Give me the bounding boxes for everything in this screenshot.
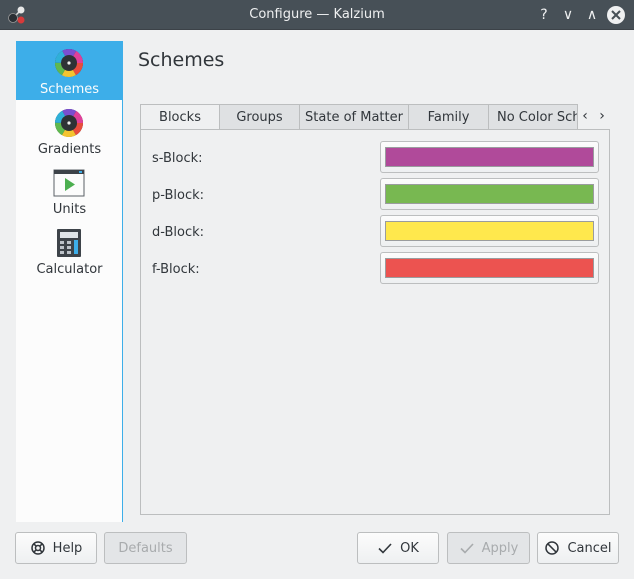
tab-groups[interactable]: Groups: [219, 104, 300, 130]
cancel-icon: [545, 541, 560, 555]
sidebar-item-label: Calculator: [36, 262, 103, 277]
help-button-label: Help: [52, 540, 83, 556]
checkmark-icon: [378, 543, 392, 554]
cancel-button-label: Cancel: [567, 540, 612, 556]
tab-state-of-matter[interactable]: State of Matter: [299, 104, 409, 130]
maximize-icon[interactable]: ∧: [582, 5, 602, 25]
title-bar[interactable]: Configure — Kalzium ? ∨ ∧: [0, 0, 634, 30]
sidebar: Schemes Gradients Units Calculator: [16, 41, 123, 522]
sidebar-item-label: Gradients: [37, 142, 102, 157]
d-block-color-button[interactable]: [380, 215, 599, 247]
blocks-panel: s-Block: p-Block: d-Block: f-Block:: [140, 129, 610, 515]
color-wheel-icon: [55, 109, 83, 137]
defaults-button-label: Defaults: [118, 540, 173, 556]
s-block-label: s-Block:: [152, 151, 203, 166]
color-swatch: [385, 258, 594, 278]
help-icon[interactable]: ?: [534, 5, 554, 25]
color-swatch: [385, 184, 594, 204]
p-block-label: p-Block:: [152, 188, 205, 203]
help-button[interactable]: Help: [15, 532, 97, 564]
sidebar-item-gradients[interactable]: Gradients: [16, 101, 123, 160]
defaults-button[interactable]: Defaults: [104, 532, 187, 564]
s-block-color-button[interactable]: [380, 141, 599, 173]
f-block-color-button[interactable]: [380, 252, 599, 284]
calculator-icon: [57, 229, 81, 257]
sidebar-item-label: Units: [52, 202, 87, 217]
sidebar-item-units[interactable]: Units: [16, 161, 123, 220]
sidebar-item-calculator[interactable]: Calculator: [16, 221, 123, 280]
apply-button-label: Apply: [481, 540, 519, 556]
sidebar-item-label: Schemes: [39, 82, 100, 97]
ok-button-label: OK: [400, 540, 419, 556]
page-title: Schemes: [138, 49, 225, 71]
close-icon[interactable]: [606, 5, 626, 25]
minimize-icon[interactable]: ∨: [558, 5, 578, 25]
checkmark-icon: [460, 543, 474, 554]
color-swatch: [385, 147, 594, 167]
f-block-label: f-Block:: [152, 262, 200, 277]
tab-bar: Blocks Groups State of Matter Family No …: [140, 104, 610, 131]
units-window-icon: [53, 169, 85, 197]
tab-no-color-scheme[interactable]: No Color Sche: [488, 104, 578, 130]
ok-button[interactable]: OK: [357, 532, 439, 564]
tab-family[interactable]: Family: [408, 104, 489, 130]
sidebar-item-schemes[interactable]: Schemes: [16, 41, 123, 100]
tab-blocks[interactable]: Blocks: [140, 104, 220, 131]
apply-button[interactable]: Apply: [447, 532, 530, 564]
tab-scroll-left-icon[interactable]: ‹: [578, 104, 592, 130]
color-wheel-icon: [55, 49, 83, 77]
tab-scroll-right-icon[interactable]: ›: [595, 104, 609, 130]
cancel-button[interactable]: Cancel: [537, 532, 619, 564]
lifebuoy-icon: [30, 541, 45, 555]
color-swatch: [385, 221, 594, 241]
d-block-label: d-Block:: [152, 225, 205, 240]
p-block-color-button[interactable]: [380, 178, 599, 210]
